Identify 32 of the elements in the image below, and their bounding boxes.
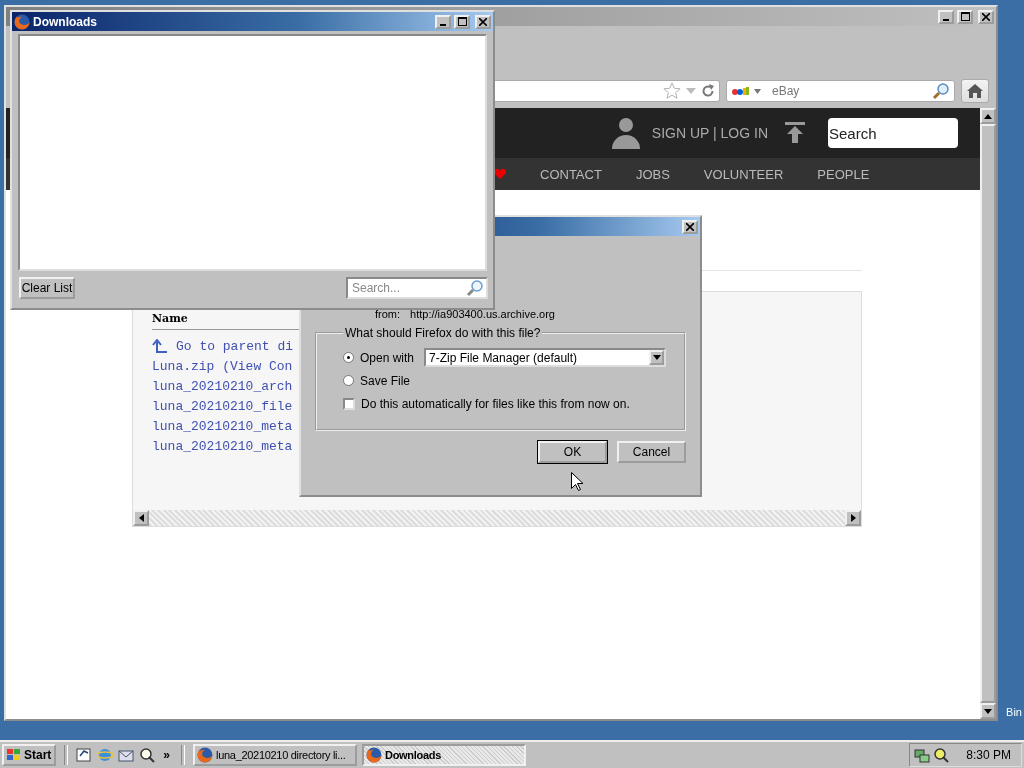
radio-option[interactable]: Save File (343, 373, 411, 388)
nav-link[interactable]: PEOPLE (817, 166, 870, 182)
taskbar-button[interactable]: Downloads (362, 744, 527, 766)
nav-link[interactable]: VOLUNTEER (703, 166, 784, 182)
start-button[interactable]: Start (2, 744, 57, 766)
taskbar-button[interactable]: luna_20210210 directory li... (193, 744, 358, 766)
source-url: http://ia903400.us.archive.org (410, 308, 555, 320)
nav-link[interactable]: JOBS (635, 166, 670, 182)
group-label: What should Firefox do with this file? (344, 326, 542, 340)
web-search-field[interactable]: eBay (726, 80, 955, 102)
dialog-button[interactable]: Cancel (617, 441, 686, 463)
site-search-field[interactable]: Search (828, 118, 958, 148)
radio-option[interactable]: Open with (343, 350, 415, 365)
window-title: Downloads (33, 14, 97, 29)
clock: 8:30 PM (966, 748, 1011, 762)
application-dropdown[interactable]: 7-Zip File Manager (default) (424, 348, 666, 367)
dialog-button[interactable]: OK (538, 441, 607, 463)
file-link[interactable]: luna_20210210_file (152, 398, 293, 414)
file-link[interactable]: Go to parent di (176, 338, 294, 354)
auto-checkbox[interactable]: Do this automatically for files like this from now on. (343, 397, 666, 411)
nav-link[interactable]: CONTACT (540, 166, 602, 182)
clear-list-button[interactable]: Clear List (19, 277, 75, 299)
account-link[interactable]: SIGN UP | LOG IN (651, 125, 768, 141)
column-header: Name (152, 312, 188, 325)
downloads-search-field[interactable]: Search... (346, 277, 488, 299)
source-label: from: (375, 308, 401, 320)
file-link[interactable]: Luna.zip (View Con (152, 358, 293, 374)
file-link[interactable]: luna_20210210_meta (152, 438, 293, 454)
file-link[interactable]: luna_20210210_arch (152, 378, 293, 394)
desktop-icon-label: Bin (1006, 706, 1022, 718)
file-link[interactable]: luna_20210210_meta (152, 418, 293, 434)
more-button[interactable]: » (160, 748, 174, 762)
